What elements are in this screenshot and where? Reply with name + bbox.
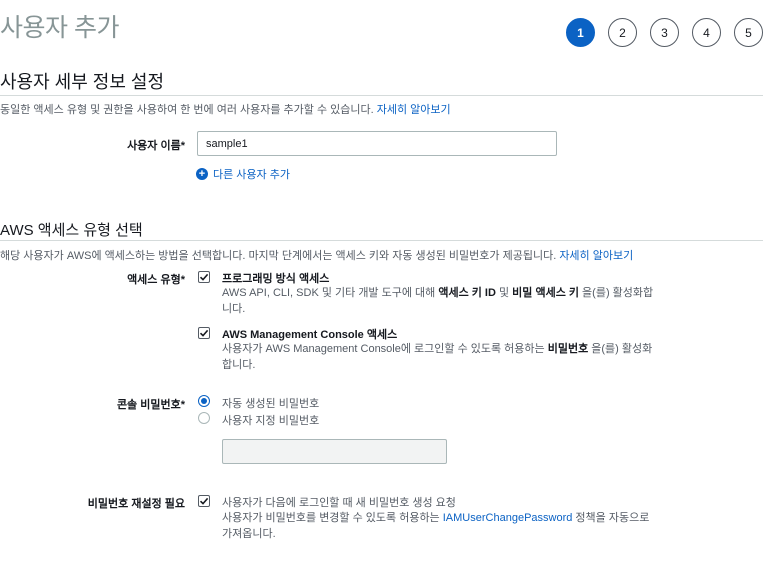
check-icon bbox=[199, 273, 209, 281]
page-title: 사용자 추가 bbox=[0, 14, 119, 42]
password-reset-checkbox[interactable] bbox=[198, 495, 210, 507]
iam-policy-link[interactable]: IAMUserChangePassword bbox=[443, 512, 573, 524]
details-section-title: 사용자 세부 정보 설정 bbox=[0, 72, 165, 92]
check-icon bbox=[199, 329, 209, 337]
username-input[interactable] bbox=[197, 131, 557, 156]
details-learn-more-link[interactable]: 자세히 알아보기 bbox=[377, 104, 451, 116]
console-access-checkbox[interactable] bbox=[198, 327, 210, 339]
details-divider bbox=[0, 95, 763, 96]
step-2[interactable]: 2 bbox=[608, 18, 637, 47]
add-another-user-button[interactable]: + 다른 사용자 추가 bbox=[196, 166, 290, 182]
step-4[interactable]: 4 bbox=[692, 18, 721, 47]
custom-password-input[interactable] bbox=[222, 439, 447, 464]
programmatic-access-description: AWS API, CLI, SDK 및 기타 개발 도구에 대해 액세스 키 I… bbox=[222, 287, 654, 315]
programmatic-access-checkbox[interactable] bbox=[198, 271, 210, 283]
username-label: 사용자 이름* bbox=[127, 140, 185, 152]
access-learn-more-link[interactable]: 자세히 알아보기 bbox=[559, 250, 633, 262]
custom-password-radio[interactable] bbox=[198, 412, 210, 424]
custom-password-label: 사용자 지정 비밀번호 bbox=[222, 415, 320, 427]
access-description: 해당 사용자가 AWS에 액세스하는 방법을 선택합니다. 마지막 단계에서는 … bbox=[0, 247, 633, 263]
auto-password-radio[interactable] bbox=[198, 395, 210, 407]
password-reset-text: 사용자가 다음에 로그인할 때 새 비밀번호 생성 요청 bbox=[222, 497, 456, 509]
step-5[interactable]: 5 bbox=[734, 18, 763, 47]
step-3[interactable]: 3 bbox=[650, 18, 679, 47]
programmatic-access-title: 프로그래밍 방식 액세스 bbox=[222, 273, 330, 285]
details-description: 동일한 액세스 유형 및 권한을 사용하여 한 번에 여러 사용자를 추가할 수… bbox=[0, 101, 451, 117]
access-divider bbox=[0, 240, 763, 241]
password-reset-label: 비밀번호 재설정 필요 bbox=[87, 498, 185, 510]
details-description-text: 동일한 액세스 유형 및 권한을 사용하여 한 번에 여러 사용자를 추가할 수… bbox=[0, 104, 374, 116]
console-password-label: 콘솔 비밀번호* bbox=[116, 399, 185, 411]
password-reset-description: 사용자가 비밀번호를 변경할 수 있도록 허용하는 IAMUserChangeP… bbox=[222, 512, 650, 540]
auto-password-label: 자동 생성된 비밀번호 bbox=[222, 398, 320, 410]
console-access-title: AWS Management Console 액세스 bbox=[222, 329, 398, 341]
plus-circle-icon: + bbox=[196, 168, 208, 180]
console-access-description: 사용자가 AWS Management Console에 로그인할 수 있도록 … bbox=[222, 343, 653, 371]
add-another-user-label: 다른 사용자 추가 bbox=[213, 169, 290, 181]
check-icon bbox=[199, 497, 209, 505]
step-1[interactable]: 1 bbox=[566, 18, 595, 47]
access-section-title: AWS 액세스 유형 선택 bbox=[0, 222, 143, 239]
access-type-label: 액세스 유형* bbox=[127, 274, 185, 286]
access-description-text: 해당 사용자가 AWS에 액세스하는 방법을 선택합니다. 마지막 단계에서는 … bbox=[0, 250, 557, 262]
